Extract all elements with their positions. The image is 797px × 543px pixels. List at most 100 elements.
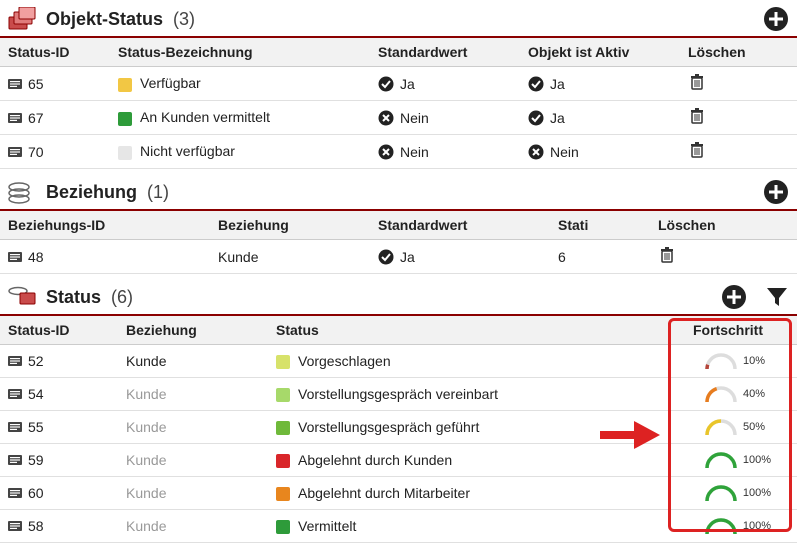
progress-gauge: 100%: [685, 483, 789, 503]
stati-count: 6: [558, 249, 566, 265]
delete-button[interactable]: [658, 246, 676, 264]
col-status-id: Status-ID: [0, 38, 110, 67]
beziehung-label: Kunde: [126, 353, 166, 369]
status-label: Abgelehnt durch Mitarbeiter: [298, 485, 470, 501]
col-aktiv: Objekt ist Aktiv: [520, 38, 680, 67]
card-stack-icon: [8, 285, 36, 309]
col-loeschen: Löschen: [680, 38, 797, 67]
status-label: Vorstellungsgespräch geführt: [298, 419, 479, 435]
table-row[interactable]: 55 Kunde Vorstellungsgespräch geführt 50…: [0, 411, 797, 444]
col-beziehung: Beziehung: [210, 211, 370, 240]
table-row[interactable]: 70 Nicht verfügbar Nein Nein: [0, 135, 797, 169]
status-label: Vorgeschlagen: [298, 353, 391, 369]
col-fortschritt: Fortschritt: [677, 316, 797, 345]
std-text: Nein: [400, 144, 429, 160]
delete-button[interactable]: [688, 73, 706, 91]
filter-button[interactable]: [765, 285, 789, 309]
beziehung-label: Kunde: [126, 518, 166, 534]
beziehung-label: Kunde: [126, 419, 166, 435]
color-swatch: [276, 355, 290, 369]
table-row[interactable]: 52 Kunde Vorgeschlagen 10%: [0, 345, 797, 378]
color-swatch: [276, 421, 290, 435]
check-icon: [528, 76, 544, 92]
beziehung-id: 48: [28, 249, 44, 265]
table-row[interactable]: 59 Kunde Abgelehnt durch Kunden 100%: [0, 444, 797, 477]
arrow-icon: [600, 421, 660, 449]
objekt-status-table: Status-ID Status-Bezeichnung Standardwer…: [0, 38, 797, 169]
cross-icon: [378, 144, 394, 160]
status-id: 55: [28, 419, 44, 435]
section-header-status: Status (6): [0, 278, 797, 316]
progress-gauge: 100%: [685, 516, 789, 536]
check-icon: [528, 110, 544, 126]
item-icon: [8, 251, 22, 263]
status-id: 70: [28, 144, 44, 160]
beziehung-label: Kunde: [126, 485, 166, 501]
cross-icon: [528, 144, 544, 160]
table-row[interactable]: 54 Kunde Vorstellungsgespräch vereinbart…: [0, 378, 797, 411]
std-text: Ja: [400, 76, 415, 92]
progress-gauge: 100%: [685, 450, 789, 470]
beziehung-label: Kunde: [126, 386, 166, 402]
table-row[interactable]: 60 Kunde Abgelehnt durch Mitarbeiter 100…: [0, 477, 797, 510]
status-label: An Kunden vermittelt: [140, 109, 270, 125]
beziehung-label: Kunde: [218, 249, 258, 265]
delete-button[interactable]: [688, 141, 706, 159]
item-icon: [8, 421, 22, 433]
std-text: Ja: [400, 249, 415, 265]
color-swatch: [276, 487, 290, 501]
col-beziehungs-id: Beziehungs-ID: [0, 211, 210, 240]
progress-gauge: 40%: [685, 384, 789, 404]
status-id: 67: [28, 110, 44, 126]
col-status-id: Status-ID: [0, 316, 118, 345]
status-id: 54: [28, 386, 44, 402]
status-id: 65: [28, 76, 44, 92]
section-title: Status: [46, 287, 101, 308]
delete-button[interactable]: [688, 107, 706, 125]
beziehung-table: Beziehungs-ID Beziehung Standardwert Sta…: [0, 211, 797, 274]
progress-gauge: 10%: [685, 351, 789, 371]
std-text: Nein: [400, 110, 429, 126]
color-swatch: [118, 146, 132, 160]
status-id: 60: [28, 485, 44, 501]
color-swatch: [276, 520, 290, 534]
color-swatch: [276, 454, 290, 468]
section-title: Beziehung: [46, 182, 137, 203]
add-status-button[interactable]: [721, 284, 747, 310]
col-status-bez: Status-Bezeichnung: [110, 38, 370, 67]
check-icon: [378, 249, 394, 265]
table-row[interactable]: 67 An Kunden vermittelt Nein Ja: [0, 101, 797, 135]
status-label: Abgelehnt durch Kunden: [298, 452, 452, 468]
status-label: Nicht verfügbar: [140, 143, 235, 159]
progress-text: 100%: [743, 520, 771, 532]
add-objekt-status-button[interactable]: [763, 6, 789, 32]
item-icon: [8, 146, 22, 158]
table-row[interactable]: 58 Kunde Vermittelt 100%: [0, 510, 797, 543]
item-icon: [8, 112, 22, 124]
status-label: Vorstellungsgespräch vereinbart: [298, 386, 498, 402]
progress-text: 40%: [743, 388, 771, 400]
status-id: 52: [28, 353, 44, 369]
status-label: Vermittelt: [298, 518, 356, 534]
color-swatch: [118, 112, 132, 126]
color-swatch: [276, 388, 290, 402]
active-text: Ja: [550, 76, 565, 92]
section-header-objekt-status: Objekt-Status (3): [0, 0, 797, 38]
add-beziehung-button[interactable]: [763, 179, 789, 205]
status-label: Verfügbar: [140, 75, 201, 91]
progress-text: 100%: [743, 487, 771, 499]
section-count: (3): [173, 9, 195, 30]
item-icon: [8, 454, 22, 466]
progress-gauge: 50%: [685, 417, 789, 437]
table-row[interactable]: 65 Verfügbar Ja Ja: [0, 67, 797, 101]
col-beziehung: Beziehung: [118, 316, 268, 345]
item-icon: [8, 355, 22, 367]
section-count: (6): [111, 287, 133, 308]
status-table: Status-ID Beziehung Status Fortschritt 5…: [0, 316, 797, 543]
progress-text: 50%: [743, 421, 771, 433]
stack-icon: [8, 180, 36, 204]
progress-text: 100%: [743, 454, 771, 466]
col-stati: Stati: [550, 211, 650, 240]
active-text: Ja: [550, 110, 565, 126]
table-row[interactable]: 48 Kunde Ja 6: [0, 240, 797, 274]
